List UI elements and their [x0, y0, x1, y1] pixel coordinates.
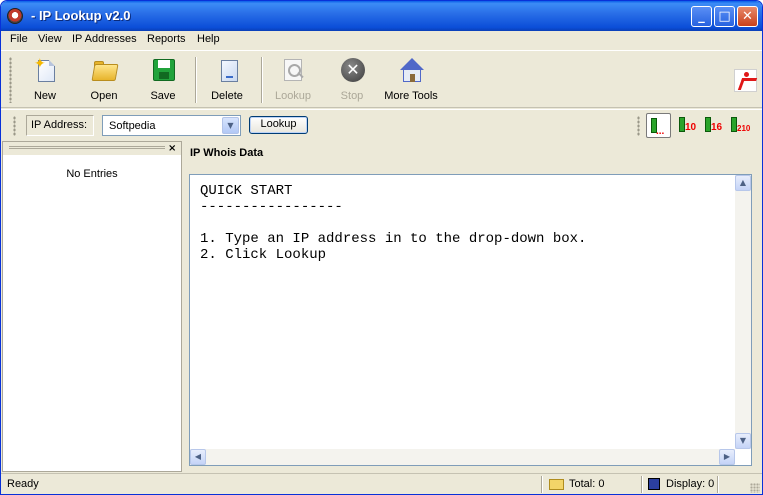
- horizontal-scrollbar[interactable]: ◀ ▶: [190, 449, 735, 465]
- status-bar: Ready Total: 0 Display: 0: [1, 473, 762, 494]
- panel-grip[interactable]: [9, 146, 165, 149]
- magnifier-icon: [279, 57, 307, 85]
- ip-address-combobox[interactable]: ▼: [102, 115, 241, 136]
- new-document-icon: ✦: [31, 57, 59, 85]
- monitor-icon: [648, 478, 660, 490]
- status-text: Ready: [7, 478, 39, 490]
- view-grip[interactable]: [637, 116, 640, 136]
- open-button-label: Open: [90, 90, 118, 102]
- toolbar: ✦ New Open Save Delete Lookup ✕ Stop Mor…: [1, 50, 762, 108]
- status-separator: [541, 476, 543, 493]
- title-bar[interactable]: - IP Lookup v2.0 _ □ ✕: [1, 1, 762, 31]
- scroll-right-icon[interactable]: ▶: [719, 449, 735, 465]
- whois-content[interactable]: QUICK START ----------------- 1. Type an…: [200, 183, 586, 263]
- app-icon[interactable]: [7, 8, 23, 24]
- entries-panel[interactable]: × No Entries: [2, 141, 182, 472]
- menu-help[interactable]: Help: [197, 33, 220, 45]
- open-button[interactable]: Open: [74, 57, 134, 107]
- status-separator: [717, 476, 719, 493]
- window-title: - IP Lookup v2.0: [31, 8, 131, 23]
- close-button[interactable]: ✕: [737, 6, 758, 27]
- vertical-scrollbar[interactable]: ▲ ▼: [735, 175, 751, 449]
- save-disk-icon: [149, 57, 177, 85]
- lookup-button-label: Lookup: [274, 90, 312, 102]
- stop-icon: ✕: [338, 57, 366, 85]
- ip-address-input[interactable]: [105, 118, 219, 133]
- close-icon[interactable]: ×: [168, 142, 176, 155]
- more-tools-button[interactable]: More Tools: [377, 57, 445, 107]
- house-icon: [397, 57, 425, 85]
- total-count: Total: 0: [569, 478, 605, 490]
- stop-button[interactable]: ✕ Stop: [322, 57, 382, 107]
- delete-button[interactable]: Delete: [197, 57, 257, 107]
- empty-list-text: No Entries: [66, 168, 118, 180]
- save-button[interactable]: Save: [133, 57, 193, 107]
- menu-ip-addresses[interactable]: IP Addresses: [72, 33, 137, 45]
- menu-reports[interactable]: Reports: [147, 33, 186, 45]
- app-window: - IP Lookup v2.0 _ □ ✕ File View IP Addr…: [0, 0, 763, 495]
- bar-view-icon[interactable]: ...: [646, 113, 671, 138]
- scroll-up-icon[interactable]: ▲: [735, 175, 751, 191]
- delete-document-icon: [213, 57, 241, 85]
- new-button-label: New: [33, 90, 56, 102]
- display-count: Display: 0: [666, 478, 715, 490]
- whois-text-area[interactable]: QUICK START ----------------- 1. Type an…: [189, 174, 752, 466]
- status-separator: [641, 476, 643, 493]
- lookup-toolbar-button[interactable]: Lookup: [263, 57, 323, 107]
- menu-file[interactable]: File: [10, 33, 28, 45]
- whois-panel-title: IP Whois Data: [190, 147, 264, 159]
- entries-panel-header[interactable]: ×: [3, 142, 181, 155]
- bar-view-210-icon[interactable]: 210: [727, 113, 752, 138]
- menu-bar: File View IP Addresses Reports Help: [1, 31, 762, 50]
- ip-address-label: IP Address:: [26, 115, 94, 136]
- delete-button-label: Delete: [211, 90, 243, 102]
- scroll-left-icon[interactable]: ◀: [190, 449, 206, 465]
- chevron-down-icon[interactable]: ▼: [222, 117, 239, 134]
- lookup-button[interactable]: Lookup: [249, 116, 308, 134]
- resize-grip[interactable]: [750, 483, 760, 493]
- exit-running-man-icon[interactable]: [734, 69, 757, 92]
- scroll-down-icon[interactable]: ▼: [735, 433, 751, 449]
- bar-view-10-icon[interactable]: 10: [675, 113, 700, 138]
- more-tools-button-label: More Tools: [384, 90, 438, 102]
- whois-panel: IP Whois Data QUICK START --------------…: [184, 141, 760, 472]
- new-button[interactable]: ✦ New: [15, 57, 75, 107]
- menu-view[interactable]: View: [38, 33, 62, 45]
- toolbar-grip[interactable]: [9, 57, 12, 103]
- open-folder-icon: [90, 57, 119, 85]
- address-bar: IP Address: ▼ Lookup ... 10 16 210: [1, 109, 762, 141]
- addressbar-grip[interactable]: [13, 116, 16, 136]
- maximize-button[interactable]: □: [714, 6, 735, 27]
- folder-icon: [549, 479, 564, 490]
- stop-button-label: Stop: [340, 90, 364, 102]
- minimize-button[interactable]: _: [691, 6, 712, 27]
- bar-view-16-icon[interactable]: 16: [701, 113, 726, 138]
- save-button-label: Save: [150, 90, 176, 102]
